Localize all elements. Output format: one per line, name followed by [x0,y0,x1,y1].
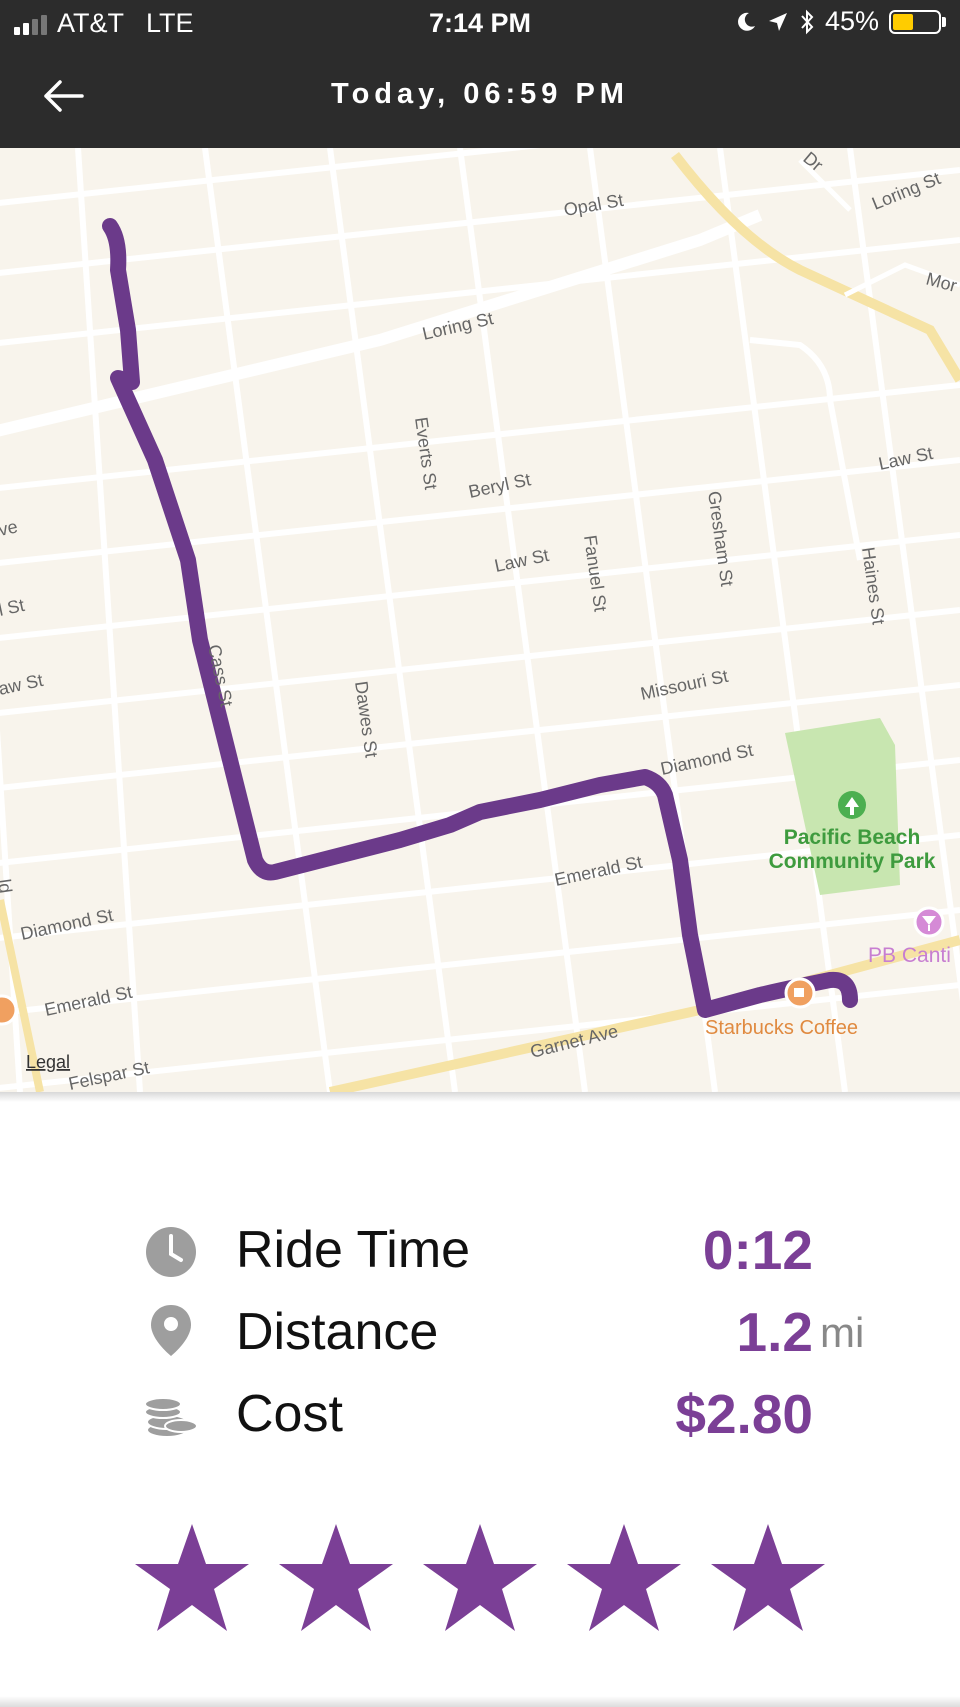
street-label-everts: Everts St [411,416,441,491]
distance-unit: mi [820,1309,865,1356]
street-grid [0,148,960,1092]
ride-time-label: Ride Time [236,1221,471,1279]
cost-row: Cost $2.80 [0,1374,960,1454]
distance-label: Distance [236,1303,439,1361]
ride-time-row: Ride Time 0:12 [0,1210,960,1290]
distance-row: Distance 1.2 mi [0,1292,960,1372]
street-label-missouri: Missouri St [639,666,730,704]
star-icon-3[interactable] [420,1520,540,1636]
street-label-diamond-right: Diamond St [659,740,755,779]
page-title: Today, 06:59 PM [331,78,629,110]
distance-value: 1.2 [736,1301,813,1363]
street-label-law: Law St [493,545,551,576]
street-label-haines: Haines St [858,546,889,626]
status-right: 45% [735,6,946,37]
poi-label-starbucks: Starbucks Coffee [705,1017,858,1039]
route-map[interactable]: Opal St Loring St Mor Dr Loring St Evert… [0,148,960,1092]
street-label-opal: Opal St [562,190,625,220]
cost-label: Cost [236,1385,343,1443]
street-label-beryl: Beryl St [467,469,533,502]
street-label-law-right: Law St [877,443,935,474]
status-bar: AT&T LTE 7:14 PM 45% [0,0,960,48]
street-label-mor: Mor [924,269,959,296]
street-label-ld: ld [0,878,16,895]
street-label-aw-st: aw St [0,670,45,699]
star-rating[interactable] [0,1520,960,1640]
bottom-divider [0,1696,960,1707]
street-label-emerald-right: Emerald St [553,852,644,890]
street-label-gresham: Gresham St [704,490,737,588]
park-tree-icon [838,791,866,819]
map-canvas: Opal St Loring St Mor Dr Loring St Evert… [0,148,960,1092]
moon-icon [738,12,755,31]
restaurant-icon [0,994,18,1026]
battery-percent: 45% [824,6,879,36]
coins-icon [144,1397,198,1438]
bluetooth-icon [801,9,814,34]
park-label-line2: Community Park [769,850,936,873]
cost-value: $2.80 [675,1383,813,1445]
poi-label-cantina: PB Canti [868,944,951,967]
street-label-diamond-left: Diamond St [19,905,115,944]
battery-icon [889,9,941,34]
nav-bar: Today, 06:59 PM [0,48,960,148]
street-label-emerald-left: Emerald St [43,982,134,1020]
street-label-l-st: l St [0,595,26,620]
star-icon-5[interactable] [708,1520,828,1636]
star-icon-2[interactable] [276,1520,396,1636]
map-divider [0,1092,960,1102]
cocktail-icon [913,906,945,938]
star-icon-4[interactable] [564,1520,684,1636]
street-label-dr: Dr [799,148,826,175]
star-icon-1[interactable] [132,1520,252,1636]
park-label-line1: Pacific Beach [784,826,921,849]
route-line [102,218,858,1018]
map-pin-icon [151,1305,191,1356]
street-label-ave: ve [0,516,19,540]
location-arrow-icon [768,12,787,31]
legal-link[interactable]: Legal [26,1052,70,1072]
coffee-cup-icon [784,977,816,1009]
clock-icon [146,1227,196,1277]
ride-time-value: 0:12 [702,1219,813,1281]
